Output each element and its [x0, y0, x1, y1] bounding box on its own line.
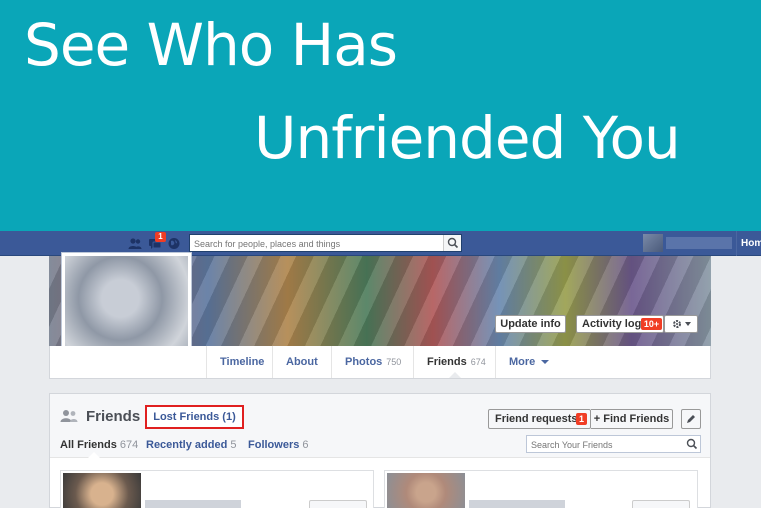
subtab-all-friends[interactable]: All Friends 674 — [60, 439, 138, 451]
search-icon — [447, 237, 459, 249]
friend-name-redacted[interactable] — [469, 500, 565, 508]
friend-search-button[interactable] — [684, 436, 700, 452]
user-name-redacted[interactable] — [666, 237, 732, 249]
friend-avatar[interactable] — [387, 473, 465, 508]
active-subtab-pointer — [88, 452, 100, 458]
tab-photos[interactable]: Photos 750 — [331, 346, 412, 378]
tab-label: Friends — [427, 356, 467, 368]
caret-down-icon — [541, 360, 550, 365]
activity-log-badge: 10+ — [641, 318, 662, 330]
search-button[interactable] — [443, 235, 461, 251]
tab-more[interactable]: More — [495, 346, 561, 378]
banner-headline-line-1: See Who Has — [24, 11, 398, 79]
subtab-count: 674 — [119, 439, 139, 451]
home-link[interactable]: Home — [736, 231, 761, 256]
friends-status-button[interactable] — [309, 500, 367, 508]
find-friends-button[interactable]: + Find Friends — [591, 409, 673, 429]
friends-section-title: Friends — [86, 408, 141, 425]
banner-headline-line-2: Unfriended You — [254, 104, 681, 172]
subtab-count: 6 — [302, 439, 309, 451]
friend-search-input[interactable] — [531, 438, 681, 451]
tab-about[interactable]: About — [272, 346, 330, 378]
friend-requests-icon[interactable] — [128, 237, 142, 250]
search-input[interactable] — [194, 237, 444, 250]
tab-count: 674 — [470, 357, 486, 367]
settings-dropdown-button[interactable] — [664, 315, 698, 333]
subtab-count: 5 — [230, 439, 237, 451]
tab-label: Timeline — [220, 356, 265, 368]
friends-status-button[interactable] — [632, 500, 690, 508]
subtab-label: Followers — [248, 439, 300, 451]
gear-icon — [673, 320, 691, 328]
search-box[interactable] — [189, 234, 462, 252]
friend-name-redacted[interactable] — [145, 500, 241, 508]
subtab-recently-added[interactable]: Recently added 5 — [146, 439, 236, 451]
notifications-globe-icon[interactable] — [167, 237, 181, 250]
friend-search-box[interactable] — [526, 435, 701, 453]
subtab-label: All Friends — [60, 439, 117, 451]
tab-timeline[interactable]: Timeline — [206, 346, 271, 378]
search-icon — [686, 438, 698, 450]
messages-badge: 1 — [155, 232, 166, 242]
active-tab-pointer — [449, 372, 461, 378]
activity-log-label: Activity log — [582, 318, 642, 330]
friend-avatar[interactable] — [63, 473, 141, 508]
tab-count: 750 — [386, 357, 402, 367]
friend-requests-badge: 1 — [576, 413, 587, 425]
user-avatar[interactable] — [643, 234, 663, 252]
tab-label: More — [509, 356, 536, 368]
edit-button[interactable] — [681, 409, 701, 429]
subtab-label: Recently added — [146, 439, 228, 451]
update-info-button[interactable]: Update info — [495, 315, 566, 333]
pencil-icon — [687, 415, 695, 424]
subtab-followers[interactable]: Followers 6 — [248, 439, 308, 451]
tab-label: Photos — [345, 356, 383, 368]
lost-friends-link[interactable]: Lost Friends (1) — [145, 405, 244, 429]
friends-icon — [60, 410, 78, 422]
tab-label: About — [286, 356, 318, 368]
promo-banner: See Who Has Unfriended You — [0, 0, 761, 231]
